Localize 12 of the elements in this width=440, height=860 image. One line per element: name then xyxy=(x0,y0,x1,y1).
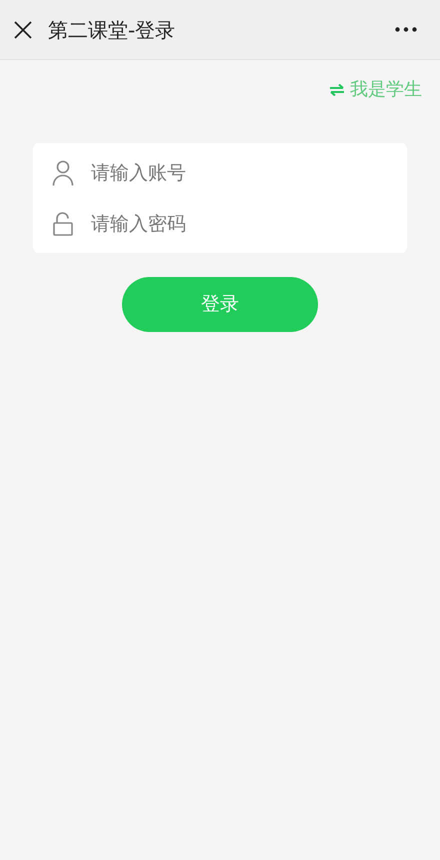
lock-icon xyxy=(53,212,73,236)
password-field[interactable]: 请输入密码 xyxy=(33,198,407,253)
user-icon xyxy=(52,160,74,186)
login-button[interactable]: 登录 xyxy=(122,277,318,332)
swap-icon xyxy=(330,84,344,96)
password-input[interactable]: 请输入密码 xyxy=(91,204,391,244)
account-input[interactable]: 请输入账号 xyxy=(91,152,391,192)
close-icon[interactable] xyxy=(14,20,32,38)
role-switch-link[interactable]: 我是学生 xyxy=(330,76,422,103)
window-title: 第二课堂-登录 xyxy=(48,16,176,44)
account-field[interactable]: 请输入账号 xyxy=(33,143,407,198)
more-icon[interactable] xyxy=(395,27,417,32)
